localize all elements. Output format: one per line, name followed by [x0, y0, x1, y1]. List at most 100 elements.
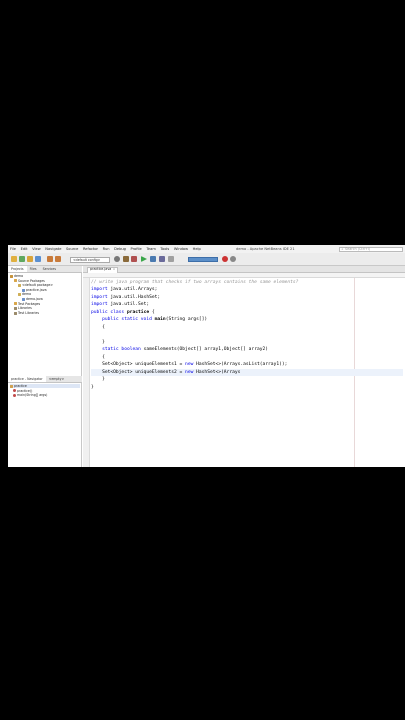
clean-build-icon[interactable]: [131, 256, 137, 262]
left-panel: Projects Files Services demo Source Packa…: [8, 265, 82, 467]
save-all-icon[interactable]: [35, 256, 41, 262]
code-line[interactable]: }: [91, 376, 403, 383]
undo-icon[interactable]: [47, 256, 53, 262]
code-editor[interactable]: // write java program that checks if two…: [91, 279, 403, 467]
config-select[interactable]: <default config>: [70, 256, 110, 263]
code-token: practice: [124, 309, 150, 315]
code-token: java.util.Set;: [107, 302, 150, 307]
code-token: static boolean: [91, 347, 141, 352]
code-token: HashSet<>(Arrays: [193, 369, 241, 375]
java-file-icon: [22, 297, 25, 301]
menu-run[interactable]: Run: [103, 245, 110, 253]
search-placeholder: Search (Ctrl+I): [344, 247, 371, 251]
menu-refactor[interactable]: Refactor: [83, 245, 98, 253]
code-token: Set<Object> uniqueElements2 =: [91, 369, 186, 375]
code-token: sameElements(Object[] array1,Object[] ar…: [140, 347, 269, 352]
menu-help[interactable]: Help: [193, 245, 201, 253]
tree-item-label: Test Libraries: [18, 310, 40, 315]
memory-bar[interactable]: [188, 257, 218, 262]
code-token: HashSet<>(Arrays.asList(array1));: [193, 362, 288, 367]
main-toolbar: <default config>: [8, 253, 405, 266]
code-token: java.util.Arrays;: [107, 287, 158, 292]
code-line[interactable]: // write java program that checks if two…: [91, 279, 403, 286]
code-token: import: [91, 287, 108, 292]
editor-area: practice.java × // write java program th…: [83, 266, 405, 467]
code-line[interactable]: public class practice {: [91, 309, 403, 316]
method-icon: [13, 389, 16, 393]
menu-team[interactable]: Team: [146, 245, 156, 253]
tab-files[interactable]: Files: [27, 266, 40, 273]
code-line[interactable]: import java.util.Set;: [91, 301, 403, 308]
code-line[interactable]: Set<Object> uniqueElements1 = new HashSe…: [91, 361, 403, 368]
run-icon[interactable]: [141, 256, 147, 262]
line-gutter: [83, 278, 90, 467]
folder-icon: [18, 283, 21, 287]
code-token: java.util.HashSet;: [107, 294, 161, 300]
new-file-icon[interactable]: [19, 256, 25, 262]
tab-navigator[interactable]: practice - Navigator: [8, 375, 46, 382]
settings-icon[interactable]: [114, 256, 120, 262]
code-line[interactable]: }: [91, 339, 403, 346]
search-input[interactable]: ⌕ Search (Ctrl+I): [339, 246, 403, 252]
java-file-icon: [22, 288, 25, 292]
navigator-panel-tabs: practice - Navigator <empty>: [8, 375, 82, 383]
code-line[interactable]: public static void main(String args[]): [91, 316, 403, 323]
folder-icon: [14, 302, 17, 306]
window-title: demo - Apache NetBeans IDE 21: [236, 247, 295, 251]
code-token: {: [149, 309, 155, 315]
menu-window[interactable]: Window: [174, 245, 188, 253]
code-token: public class: [91, 309, 125, 315]
code-token: }: [91, 339, 105, 345]
code-line[interactable]: {: [91, 354, 403, 361]
gc-icon[interactable]: [222, 256, 228, 262]
folder-icon: [14, 279, 17, 283]
profiler-icon[interactable]: [230, 256, 236, 262]
code-token: }: [91, 384, 94, 390]
code-line[interactable]: }: [91, 384, 403, 391]
code-token: public static void: [91, 317, 152, 322]
menu-view[interactable]: View: [32, 245, 41, 253]
code-token: }: [91, 377, 105, 382]
project-tree-item[interactable]: Test Libraries: [14, 311, 39, 315]
open-project-icon[interactable]: [27, 256, 33, 262]
class-icon: [10, 384, 13, 388]
code-token: // write java program that checks if two…: [91, 279, 299, 285]
method-icon: [13, 393, 16, 397]
toolbar-extra-icon[interactable]: [168, 256, 174, 262]
navigator-item-label: main(String[] args): [17, 393, 48, 398]
projects-panel-tabs: Projects Files Services: [8, 265, 82, 273]
code-line[interactable]: [91, 331, 403, 338]
debug-icon[interactable]: [150, 256, 156, 262]
menu-tools[interactable]: Tools: [160, 245, 169, 253]
code-token: import: [91, 294, 108, 300]
folder-icon: [14, 311, 17, 315]
redo-icon[interactable]: [55, 256, 61, 262]
new-project-icon[interactable]: [11, 256, 17, 262]
folder-icon: [10, 274, 13, 278]
tab-services[interactable]: Services: [40, 266, 59, 273]
netbeans-window: File Edit View Navigate Source Refactor Run Deb…: [8, 245, 405, 467]
code-token: Set<Object> uniqueElements1 =: [91, 362, 186, 367]
code-line[interactable]: import java.util.Arrays;: [91, 286, 403, 293]
navigator-filter[interactable]: <empty>: [46, 376, 68, 383]
menu-profile[interactable]: Profile: [131, 245, 142, 253]
search-icon: ⌕: [341, 246, 344, 251]
code-line[interactable]: Set<Object> uniqueElements2 = new HashSe…: [91, 368, 403, 376]
menu-file[interactable]: File: [10, 245, 16, 253]
navigator-item[interactable]: main(String[] args): [13, 393, 47, 397]
menu-debug[interactable]: Debug: [114, 245, 126, 253]
code-line[interactable]: import java.util.HashSet;: [91, 294, 403, 301]
code-line[interactable]: {: [91, 324, 403, 331]
code-token: main: [151, 317, 166, 322]
code-token: (String args[]): [165, 317, 208, 322]
menu-navigate[interactable]: Navigate: [45, 245, 61, 253]
code-line[interactable]: static boolean sameElements(Object[] arr…: [91, 346, 403, 353]
build-icon[interactable]: [123, 256, 129, 262]
tab-projects[interactable]: Projects: [8, 265, 27, 272]
menu-source[interactable]: Source: [66, 245, 78, 253]
editor-toolbar: [83, 272, 405, 278]
code-token: {: [91, 354, 105, 360]
profile-icon[interactable]: [159, 256, 165, 262]
code-token: import: [91, 302, 108, 307]
menu-edit[interactable]: Edit: [21, 245, 28, 253]
